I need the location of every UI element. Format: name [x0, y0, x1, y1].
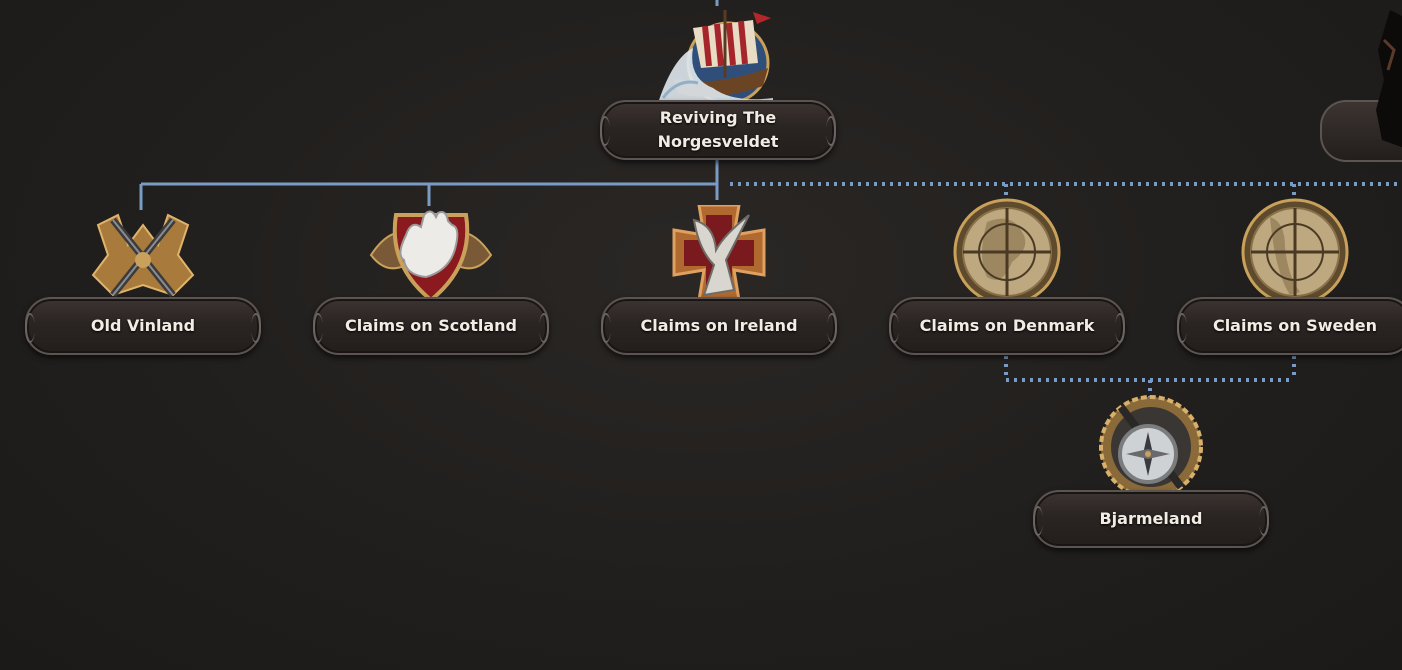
focus-claims-on-ireland[interactable]: Claims on Ireland	[601, 205, 837, 355]
focus-reviving-the-norgesveldet[interactable]: Reviving The Norgesveldet	[600, 8, 836, 160]
crosshair-map-icon	[953, 198, 1061, 306]
focus-title-plate[interactable]: Claims on Sweden	[1177, 297, 1402, 355]
focus-claims-on-scotland[interactable]: Claims on Scotland	[313, 205, 549, 355]
focus-title: Claims on Ireland	[640, 316, 798, 335]
eagle-cross-icon	[672, 205, 766, 302]
focus-title: Claims on Denmark	[919, 316, 1095, 335]
focus-title-plate[interactable]: Bjarmeland	[1033, 490, 1269, 548]
focus-claims-on-denmark[interactable]: Claims on Denmark	[889, 198, 1125, 355]
focus-title: Claims on Sweden	[1212, 316, 1378, 335]
focus-title-plate[interactable]: Old Vinland	[25, 297, 261, 355]
focus-title-plate[interactable]: Claims on Ireland	[601, 297, 837, 355]
focus-title-plate[interactable]: Reviving The Norgesveldet	[600, 100, 836, 160]
focus-title-plate[interactable]: Claims on Denmark	[889, 297, 1125, 355]
grasping-hand-icon	[369, 210, 493, 303]
focus-title: Old Vinland	[90, 316, 196, 335]
compass-icon	[1099, 395, 1203, 499]
focus-bjarmeland[interactable]: Bjarmeland	[1033, 395, 1269, 548]
focus-tree: Reviving The Norgesveldet Old Vinland Cl…	[0, 0, 1402, 670]
crosshair-map-icon	[1241, 198, 1349, 306]
focus-title: Reviving The Norgesveldet	[657, 108, 779, 151]
focus-title-plate[interactable]: Claims on Scotland	[313, 297, 549, 355]
offscreen-focus-icon	[1376, 10, 1402, 148]
focus-old-vinland[interactable]: Old Vinland	[25, 205, 261, 355]
focus-title: Claims on Scotland	[345, 316, 517, 335]
crossed-swords-icon	[91, 213, 195, 298]
focus-title: Bjarmeland	[1099, 509, 1203, 528]
focus-claims-on-sweden[interactable]: Claims on Sweden	[1177, 198, 1402, 355]
